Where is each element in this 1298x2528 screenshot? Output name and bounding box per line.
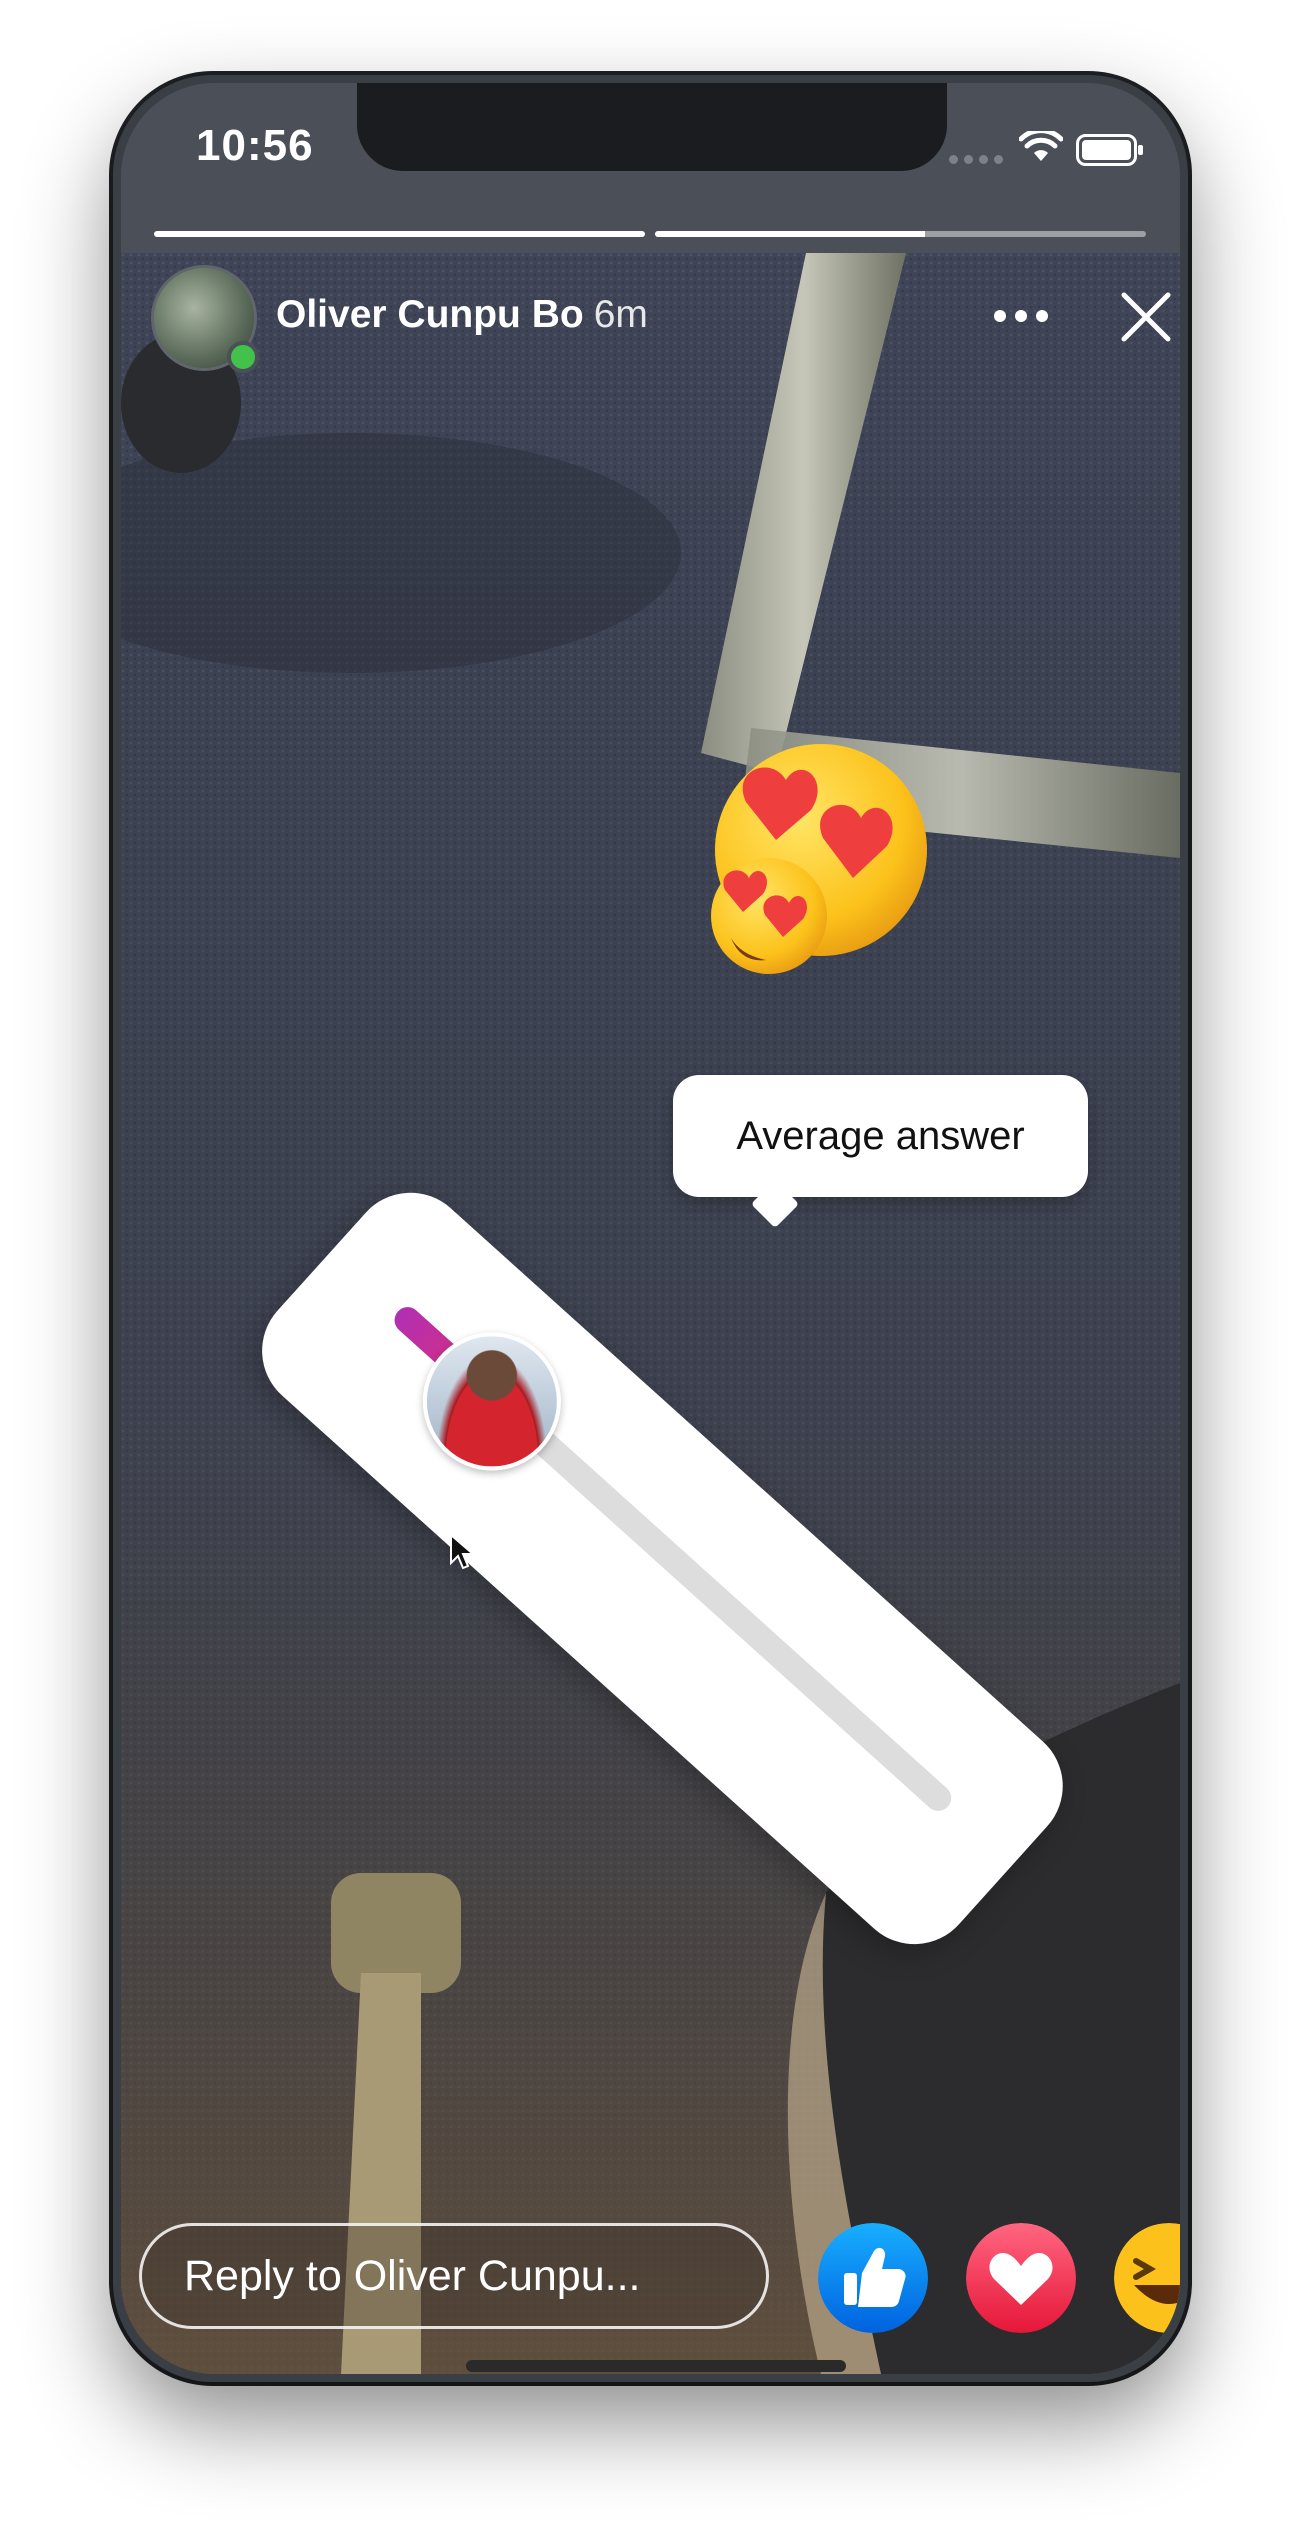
- progress-segment-2: [655, 231, 1146, 237]
- average-answer-tooltip: Average answer: [673, 1075, 1088, 1229]
- heart-eyes-emoji[interactable]: [691, 738, 931, 978]
- story-header: Oliver Cunpu Bo 6m: [151, 265, 1171, 375]
- reply-placeholder: Reply to Oliver Cunpu...: [184, 2252, 641, 2300]
- close-icon[interactable]: [1116, 287, 1176, 347]
- story-age: 6m: [593, 293, 648, 336]
- average-answer-avatar[interactable]: [422, 1332, 561, 1471]
- battery-icon: [1076, 134, 1143, 166]
- phone-frame: 10:56 Oliver Cunpu Bo 6m Average answer …: [113, 75, 1188, 2382]
- progress-segment-1: [154, 231, 645, 237]
- story-screen: 10:56 Oliver Cunpu Bo 6m Average answer …: [121, 83, 1180, 2374]
- cellular-signal-icon: [949, 155, 1003, 164]
- mouse-cursor-icon: [450, 1533, 475, 1570]
- device-notch: [357, 83, 947, 171]
- author-name: Oliver Cunpu Bo: [276, 293, 584, 336]
- average-answer-label: Average answer: [736, 1114, 1025, 1158]
- author-line[interactable]: Oliver Cunpu Bo 6m: [276, 293, 648, 337]
- story-progress: [154, 231, 1146, 237]
- like-icon[interactable]: [818, 2223, 928, 2333]
- reply-bar: Reply to Oliver Cunpu...: [121, 2223, 1180, 2374]
- online-status-icon: [227, 341, 259, 373]
- love-icon[interactable]: [966, 2223, 1076, 2333]
- haha-icon[interactable]: [1114, 2223, 1180, 2333]
- status-time: 10:56: [196, 121, 314, 170]
- more-options-icon[interactable]: [986, 291, 1056, 341]
- reply-input[interactable]: Reply to Oliver Cunpu...: [139, 2223, 769, 2329]
- home-indicator: [466, 2360, 846, 2372]
- wifi-icon: [1019, 131, 1063, 161]
